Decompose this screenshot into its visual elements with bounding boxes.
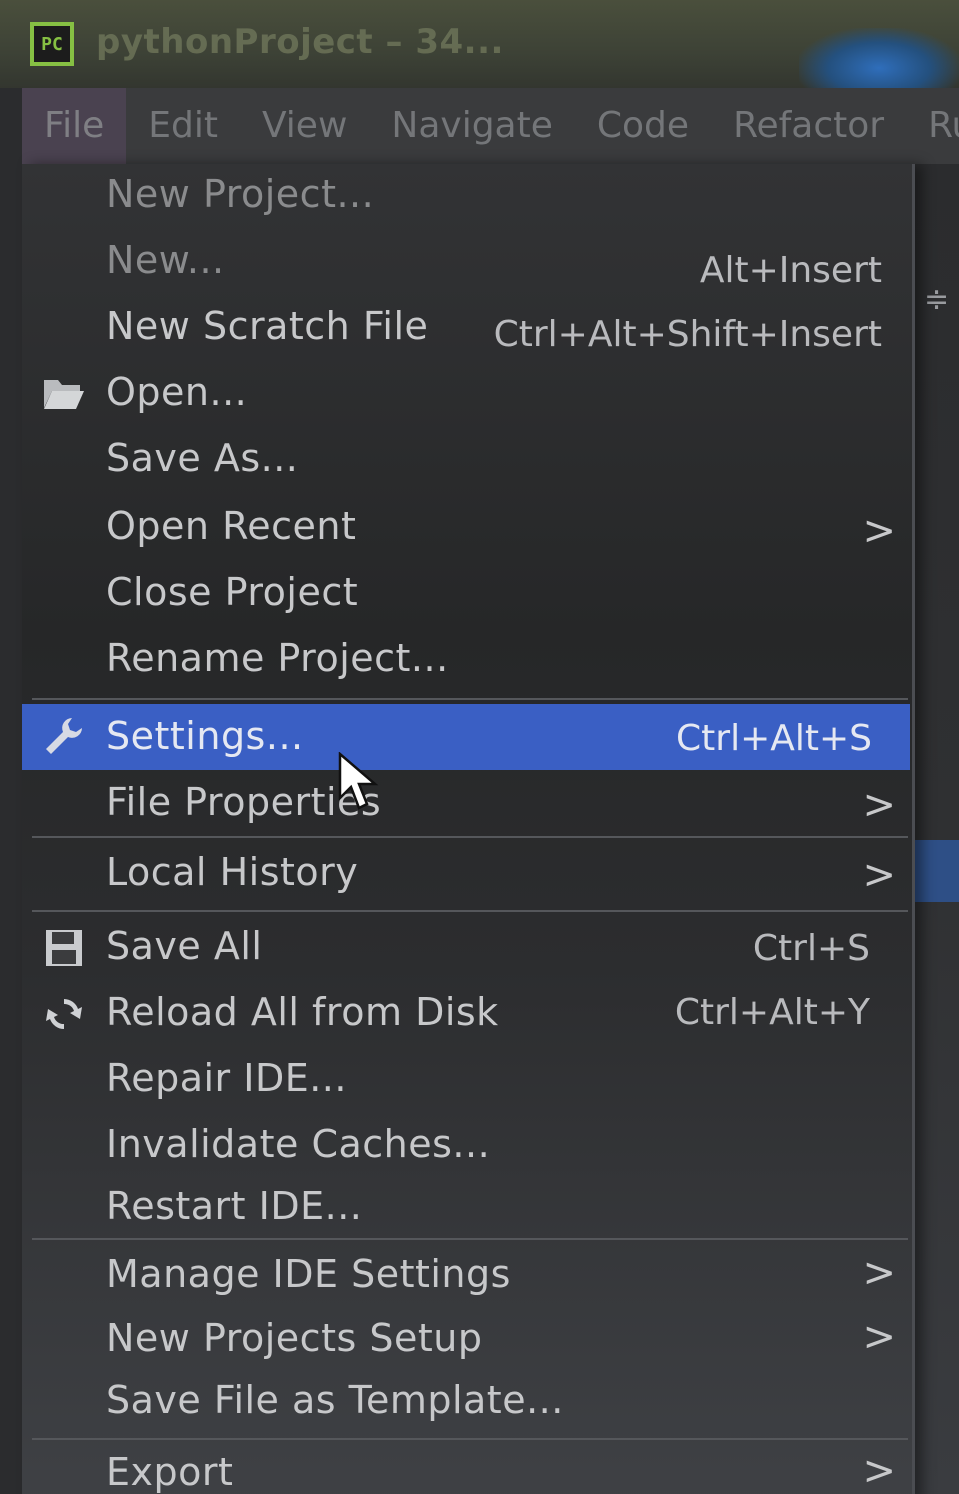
menu-item-label: Open... <box>106 370 248 414</box>
menu-item-label: Reload All from Disk <box>106 990 499 1034</box>
title-bar: PC pythonProject – 34... <box>0 0 959 108</box>
submenu-arrow-icon: > <box>862 782 896 828</box>
align-icon[interactable]: ≑ <box>924 282 949 317</box>
pycharm-app-icon: PC <box>30 22 74 66</box>
menu-item-label: Save File as Template... <box>106 1378 564 1422</box>
menu-item-label: Export <box>106 1450 234 1494</box>
menu-item-label: Manage IDE Settings <box>106 1252 511 1296</box>
menu-item-manage-ide-settings[interactable]: Manage IDE Settings > <box>22 1244 910 1308</box>
menu-item-label: Close Project <box>106 570 359 614</box>
file-menu-dropdown: New Project... New... Alt+Insert New Scr… <box>22 164 915 1494</box>
menu-file[interactable]: File <box>22 88 127 164</box>
menu-item-export[interactable]: Export > <box>22 1444 910 1494</box>
editor-background-strip <box>912 164 959 1494</box>
menu-item-new-projects-setup[interactable]: New Projects Setup > <box>22 1310 910 1372</box>
menu-item-label: Invalidate Caches... <box>106 1122 491 1166</box>
menu-item-file-properties[interactable]: File Properties > <box>22 772 910 834</box>
folder-open-icon <box>40 370 88 418</box>
submenu-arrow-icon: > <box>862 1448 896 1494</box>
menu-item-settings[interactable]: Settings... Ctrl+Alt+S <box>22 704 910 770</box>
menu-item-label: New... <box>106 238 225 282</box>
wrench-icon <box>40 712 88 760</box>
menu-item-label: Local History <box>106 850 359 894</box>
menu-item-close-project[interactable]: Close Project <box>22 562 910 626</box>
menu-item-shortcut: Alt+Insert <box>699 250 882 291</box>
menu-item-shortcut: Ctrl+Alt+Y <box>674 992 870 1033</box>
menu-item-label: New Project... <box>106 172 375 216</box>
submenu-arrow-icon: > <box>862 1250 896 1296</box>
submenu-arrow-icon: > <box>862 852 896 898</box>
menu-item-shortcut: Ctrl+Alt+Shift+Insert <box>493 314 882 355</box>
menu-item-local-history[interactable]: Local History > <box>22 842 910 908</box>
menu-separator <box>32 1238 908 1240</box>
menu-item-shortcut: Ctrl+Alt+S <box>676 718 872 759</box>
menu-edit[interactable]: Edit <box>126 88 240 164</box>
menu-run[interactable]: Run <box>906 88 959 164</box>
menu-item-label: Settings... <box>106 714 304 758</box>
menu-item-label: Save As... <box>106 436 299 480</box>
menu-item-label: New Projects Setup <box>106 1316 483 1360</box>
menu-item-label: Save All <box>106 924 263 968</box>
menu-code[interactable]: Code <box>575 88 711 164</box>
menu-view[interactable]: View <box>240 88 369 164</box>
menu-item-invalidate-caches[interactable]: Invalidate Caches... <box>22 1114 910 1178</box>
reload-icon <box>40 990 88 1038</box>
menu-item-new-project[interactable]: New Project... <box>22 166 910 228</box>
editor-selected-line <box>912 840 959 902</box>
ide-screen: PC pythonProject – 34... File Edit View … <box>0 0 959 1494</box>
menu-item-save-file-as-template[interactable]: Save File as Template... <box>22 1374 910 1436</box>
menu-separator <box>32 910 908 912</box>
menu-separator <box>32 698 908 700</box>
menu-item-shortcut: Ctrl+S <box>752 928 870 969</box>
menu-item-rename-project[interactable]: Rename Project... <box>22 628 910 696</box>
menu-item-label: Restart IDE... <box>106 1184 363 1228</box>
submenu-arrow-icon: > <box>862 508 896 554</box>
main-menu-bar: File Edit View Navigate Code Refactor Ru… <box>22 88 959 164</box>
window-left-edge <box>0 88 22 1494</box>
menu-item-reload-all-from-disk[interactable]: Reload All from Disk Ctrl+Alt+Y <box>22 982 910 1046</box>
menu-item-label: Repair IDE... <box>106 1056 347 1100</box>
menu-item-new-scratch-file[interactable]: New Scratch File Ctrl+Alt+Shift+Insert <box>22 296 910 360</box>
mouse-pointer-icon <box>338 752 379 810</box>
menu-item-label: Rename Project... <box>106 636 449 680</box>
menu-item-label: Open Recent <box>106 504 357 548</box>
menu-item-new[interactable]: New... Alt+Insert <box>22 230 910 294</box>
window-title: pythonProject – 34... <box>96 22 504 62</box>
menu-item-save-all[interactable]: Save All Ctrl+S <box>22 916 910 980</box>
save-icon <box>40 924 88 972</box>
menu-navigate[interactable]: Navigate <box>369 88 574 164</box>
menu-separator <box>32 1438 908 1440</box>
menu-separator <box>32 836 908 838</box>
menu-refactor[interactable]: Refactor <box>711 88 906 164</box>
menu-item-save-as[interactable]: Save As... <box>22 428 910 492</box>
menu-item-open[interactable]: Open... <box>22 362 910 426</box>
menu-item-restart-ide[interactable]: Restart IDE... <box>22 1180 910 1236</box>
menu-item-open-recent[interactable]: Open Recent > <box>22 494 910 560</box>
menu-item-label: New Scratch File <box>106 304 429 348</box>
submenu-arrow-icon: > <box>862 1314 896 1360</box>
menu-item-repair-ide[interactable]: Repair IDE... <box>22 1048 910 1112</box>
